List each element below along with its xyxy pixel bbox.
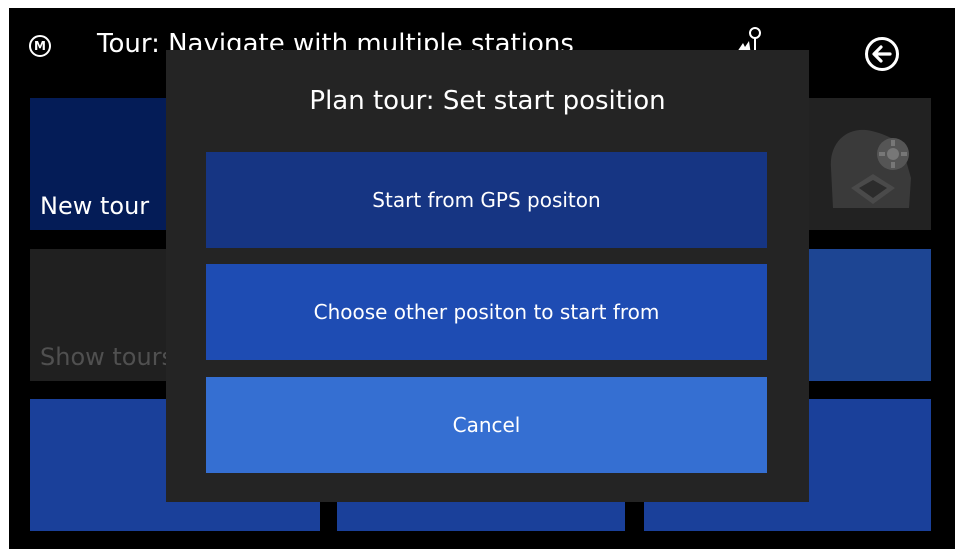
tile-new-tour-label: New tour (40, 192, 150, 220)
start-from-gps-button[interactable]: Start from GPS positon (206, 152, 767, 248)
back-arrow-icon[interactable] (864, 36, 900, 72)
app-screen: M Tour: Navigate with multiple stations … (9, 8, 955, 549)
app-logo-icon: M (29, 35, 51, 57)
start-position-dialog: Plan tour: Set start position Start from… (166, 50, 809, 502)
tile-show-tours-label: Show tours (40, 343, 175, 371)
choose-other-position-button[interactable]: Choose other positon to start from (206, 264, 767, 360)
settings-gear-icon (830, 129, 911, 208)
dialog-title: Plan tour: Set start position (309, 86, 666, 116)
cancel-button[interactable]: Cancel (206, 377, 767, 473)
